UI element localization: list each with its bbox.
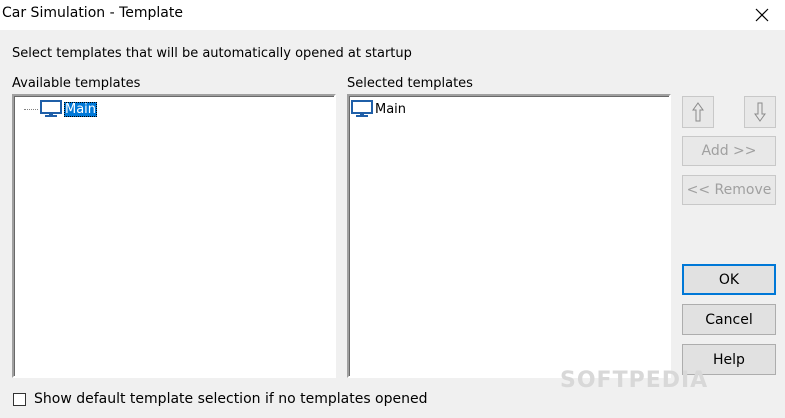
available-templates-label: Available templates — [12, 76, 141, 91]
instruction-text: Select templates that will be automatica… — [12, 46, 412, 61]
close-button[interactable] — [739, 0, 785, 30]
default-selection-label: Show default template selection if no te… — [34, 391, 428, 407]
move-down-button[interactable] — [744, 96, 776, 128]
window-title: Car Simulation - Template — [2, 5, 183, 21]
monitor-icon — [351, 100, 373, 117]
arrow-up-icon — [692, 102, 704, 122]
move-up-button[interactable] — [682, 96, 714, 128]
list-item-main[interactable]: Main — [351, 100, 406, 118]
remove-button[interactable]: << Remove — [682, 175, 776, 205]
watermark: SOFTPEDIA — [560, 368, 709, 393]
available-templates-list[interactable]: Main — [12, 94, 336, 378]
tree-connector — [24, 108, 38, 110]
cancel-button[interactable]: Cancel — [682, 304, 776, 335]
add-button[interactable]: Add >> — [682, 136, 776, 166]
selected-templates-label: Selected templates — [347, 76, 473, 91]
ok-button[interactable]: OK — [682, 264, 776, 295]
default-selection-checkbox[interactable] — [13, 393, 26, 406]
tree-item-main[interactable]: Main — [24, 100, 98, 118]
monitor-icon — [40, 100, 62, 117]
selected-templates-list[interactable]: Main — [347, 94, 671, 378]
title-bar: Car Simulation - Template — [0, 0, 785, 30]
list-item-label: Main — [375, 101, 407, 117]
arrow-down-icon — [754, 102, 766, 122]
tree-item-label: Main — [64, 101, 98, 117]
close-icon — [755, 8, 769, 22]
